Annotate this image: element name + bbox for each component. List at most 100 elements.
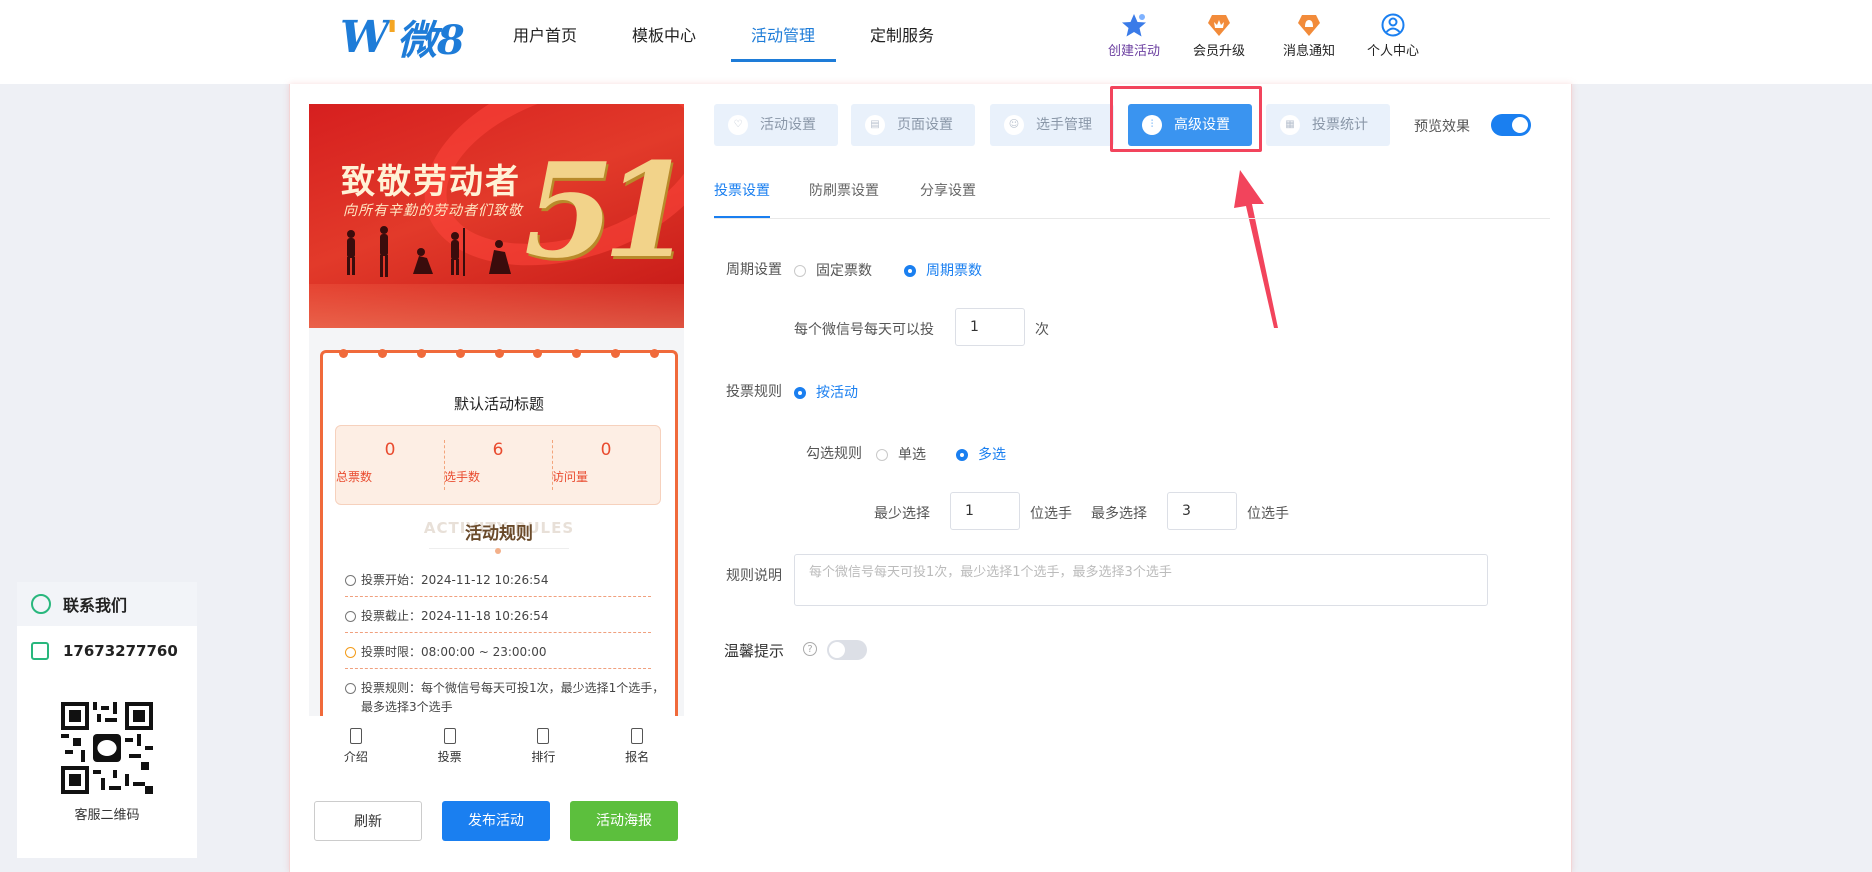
radio-label: 多选 <box>978 447 1006 463</box>
multi-choice-radio[interactable]: 多选 <box>956 444 1006 464</box>
step-label: 投票统计 <box>1312 117 1368 133</box>
rules-heading: ACTIVITY RULES 活动规则 <box>323 519 675 554</box>
check-rule-label: 勾选规则 <box>806 446 862 462</box>
rule-end: 投票截止：2024-11-18 10:26:54 <box>345 607 651 633</box>
min-select-unit: 位选手 <box>1030 506 1072 522</box>
vote-rule-label: 投票规则 <box>726 384 782 400</box>
clock-icon <box>345 575 356 586</box>
rank-icon <box>537 728 550 744</box>
radio-label: 固定票数 <box>816 263 872 279</box>
info-icon <box>345 683 356 694</box>
activity-poster-button[interactable]: 活动海报 <box>570 801 678 841</box>
preview-effect-label: 预览效果 <box>1414 119 1470 135</box>
logo-mark: W' <box>340 11 399 63</box>
min-select-input[interactable]: 1 <box>950 492 1020 530</box>
rule-desc-label: 规则说明 <box>726 568 782 584</box>
subtab-vote-settings[interactable]: 投票设置 <box>714 180 770 200</box>
daily-votes-unit: 次 <box>1035 322 1049 338</box>
stat-label: 选手数 <box>444 470 481 484</box>
nav-custom-service[interactable]: 定制服务 <box>870 22 934 62</box>
step-activity-settings[interactable]: ♡ 活动设置 <box>714 104 838 146</box>
page-icon: ▤ <box>865 115 885 135</box>
bell-badge-icon <box>1298 15 1320 36</box>
stat-label: 访问量 <box>552 470 589 484</box>
tab-vote[interactable]: 投票 <box>403 716 497 776</box>
max-select-unit: 位选手 <box>1247 506 1289 522</box>
stats-panel: 0 总票数 6 选手数 0 访问量 <box>335 425 661 505</box>
refresh-button[interactable]: 刷新 <box>314 801 422 841</box>
profile-button[interactable]: 个人中心 <box>1358 12 1428 59</box>
create-activity-button[interactable]: 创建活动 <box>1099 12 1169 59</box>
rule-text: 投票开始：2024-11-12 10:26:54 <box>361 573 549 587</box>
rule-desc-textarea[interactable]: 每个微信号每天可投1次，最少选择1个选手，最多选择3个选手 <box>794 554 1488 606</box>
cycle-fixed-radio[interactable]: 固定票数 <box>794 260 872 280</box>
qr-code <box>61 702 153 794</box>
tab-intro[interactable]: 介绍 <box>309 716 403 776</box>
subtab-divider <box>714 218 1550 219</box>
contact-header: 联系我们 <box>17 582 197 626</box>
qr-caption: 客服二维码 <box>74 808 140 823</box>
phone-preview[interactable]: 51 致敬劳动者 向所有辛勤的劳动者们致敬 默认活动标题 0 总票数 6 选手数… <box>309 104 684 720</box>
daily-votes-input[interactable]: 1 <box>955 308 1025 346</box>
rule-time-range: 投票时限：08:00:00 ~ 23:00:00 <box>345 643 651 669</box>
chart-icon: ▦ <box>1280 115 1300 135</box>
rules-heading-title: 活动规则 <box>465 524 533 544</box>
tip-label: 温馨提示 <box>724 642 785 660</box>
workers-silhouette <box>347 226 511 277</box>
nav-templates[interactable]: 模板中心 <box>632 22 696 62</box>
user-circle-icon <box>1381 13 1405 37</box>
step-contestant-management[interactable]: ☺ 选手管理 <box>990 104 1114 146</box>
step-label: 选手管理 <box>1036 117 1092 133</box>
notifications-label: 消息通知 <box>1282 44 1335 59</box>
stat-total-votes: 0 总票数 <box>336 426 444 504</box>
clock-icon <box>345 647 356 658</box>
radio-dot <box>956 449 968 461</box>
member-upgrade-button[interactable]: 会员升级 <box>1184 12 1254 59</box>
tab-signup[interactable]: 报名 <box>590 716 684 776</box>
contact-title: 联系我们 <box>63 596 128 615</box>
nav-active-underline <box>731 59 836 62</box>
min-select-label: 最少选择 <box>874 506 930 522</box>
step-page-settings[interactable]: ▤ 页面设置 <box>851 104 975 146</box>
single-choice-radio[interactable]: 单选 <box>876 444 926 464</box>
annotation-arrow <box>1234 170 1278 328</box>
preview-effect-toggle[interactable] <box>1491 114 1531 136</box>
step-vote-statistics[interactable]: ▦ 投票统计 <box>1266 104 1390 146</box>
stat-label: 总票数 <box>336 470 373 484</box>
nav-activity-management[interactable]: 活动管理 <box>751 22 815 62</box>
preview-tabbar: 介绍 投票 排行 报名 <box>309 716 684 776</box>
rule-by-activity-radio[interactable]: 按活动 <box>794 382 858 402</box>
tab-label: 报名 <box>625 750 650 764</box>
tab-label: 排行 <box>531 750 556 764</box>
help-icon[interactable]: ? <box>803 642 817 656</box>
nav-home[interactable]: 用户首页 <box>513 22 577 62</box>
tab-rank[interactable]: 排行 <box>497 716 591 776</box>
subtab-share-settings[interactable]: 分享设置 <box>920 180 976 200</box>
notifications-button[interactable]: 消息通知 <box>1274 12 1344 59</box>
phone-icon <box>31 642 49 660</box>
stat-contestants: 6 选手数 <box>444 426 552 504</box>
rule-start: 投票开始：2024-11-12 10:26:54 <box>345 571 651 597</box>
stat-visits: 0 访问量 <box>552 426 660 504</box>
contact-panel: 联系我们 17673277760 客服二维码 <box>17 582 197 858</box>
signup-icon <box>631 728 644 744</box>
member-upgrade-label: 会员升级 <box>1192 44 1245 59</box>
max-select-label: 最多选择 <box>1091 506 1147 522</box>
radio-dot <box>794 265 806 277</box>
tip-toggle[interactable] <box>827 640 867 660</box>
activity-banner: 51 致敬劳动者 向所有辛勤的劳动者们致敬 <box>309 104 684 328</box>
cycle-periodic-radio[interactable]: 周期票数 <box>904 260 982 280</box>
radio-dot <box>794 387 806 399</box>
star-icon <box>1122 14 1146 37</box>
max-select-input[interactable]: 3 <box>1167 492 1237 530</box>
rules-heading-line <box>429 548 569 554</box>
activity-title: 默认活动标题 <box>453 395 544 413</box>
intro-icon <box>349 728 362 744</box>
activity-info-card: 默认活动标题 0 总票数 6 选手数 0 访问量 ACTIVITY RULES … <box>320 349 678 720</box>
clock-icon <box>345 611 356 622</box>
publish-activity-button[interactable]: 发布活动 <box>442 801 550 841</box>
crown-badge-icon <box>1208 15 1230 36</box>
logo[interactable]: W' 微8 <box>340 11 465 65</box>
subtab-anti-fraud[interactable]: 防刷票设置 <box>809 180 879 200</box>
banner-title: 致敬劳动者 <box>341 162 521 202</box>
